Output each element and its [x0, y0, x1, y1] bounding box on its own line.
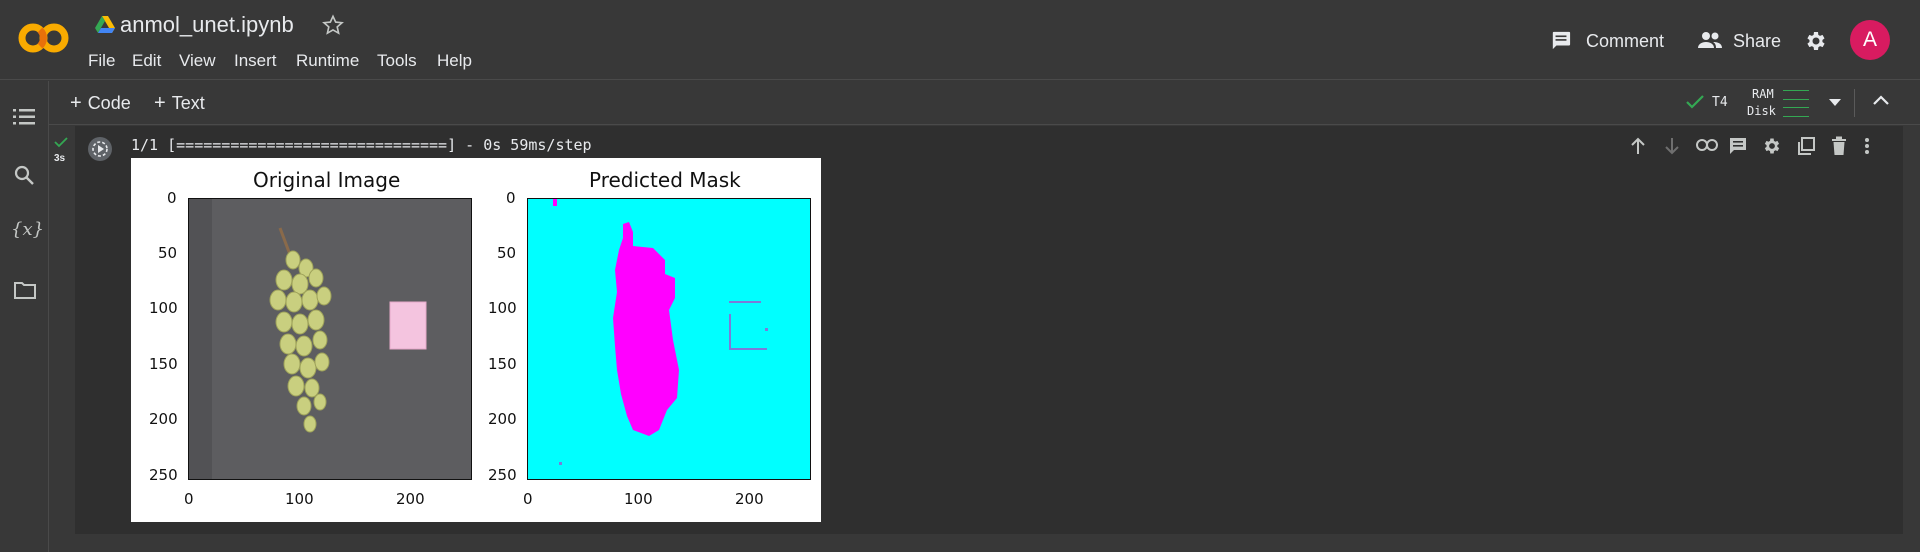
y-tick: 100: [488, 299, 517, 317]
google-drive-icon: [95, 16, 115, 34]
runtime-status[interactable]: T4 RAM Disk: [1686, 87, 1862, 119]
comment-icon: [1550, 30, 1572, 50]
share-label: Share: [1733, 31, 1782, 51]
y-tick: 100: [149, 299, 178, 317]
disk-label: Disk: [1747, 104, 1776, 118]
y-tick: 250: [149, 466, 178, 484]
original-axes-frame: [188, 198, 472, 480]
delete-cell-icon[interactable]: [1830, 136, 1848, 156]
comment-cell-icon[interactable]: [1728, 136, 1748, 156]
menu-help[interactable]: Help: [437, 51, 472, 71]
move-cell-down-icon[interactable]: [1662, 136, 1682, 156]
left-sidebar: {x}: [0, 81, 49, 552]
y-tick: 50: [158, 244, 178, 262]
x-tick: 200: [735, 490, 764, 508]
mask-axes-frame: [527, 198, 811, 480]
x-tick: 0: [184, 490, 194, 508]
execution-time: 3s: [54, 153, 66, 164]
chevron-up-icon[interactable]: [1873, 95, 1889, 105]
colab-logo[interactable]: [16, 18, 72, 58]
y-tick: 0: [167, 189, 177, 207]
y-tick: 50: [497, 244, 517, 262]
menu-insert[interactable]: Insert: [234, 51, 277, 71]
plot-output: Original Image 0 50 100 150 200 250 0 10…: [131, 158, 821, 522]
run-cell-button[interactable]: [87, 136, 113, 162]
menu-file[interactable]: File: [88, 51, 115, 71]
plus-icon: +: [154, 92, 166, 114]
cell-settings-gear-icon[interactable]: [1762, 136, 1782, 156]
subplot-title-mask: Predicted Mask: [589, 168, 741, 192]
comment-label: Comment: [1586, 31, 1665, 51]
runtime-type: T4: [1712, 95, 1728, 110]
add-text-button[interactable]: + Text: [154, 92, 205, 115]
mirror-cell-icon[interactable]: [1796, 136, 1816, 156]
avatar[interactable]: A: [1850, 20, 1890, 60]
x-tick: 100: [624, 490, 653, 508]
plus-icon: +: [70, 92, 82, 114]
table-of-contents-icon[interactable]: [13, 108, 35, 126]
add-code-label: Code: [87, 93, 131, 113]
subplot-title-original: Original Image: [253, 168, 401, 192]
y-tick: 200: [149, 410, 178, 428]
y-tick: 200: [488, 410, 517, 428]
menu-view[interactable]: View: [179, 51, 216, 71]
ram-usage-bar: [1783, 90, 1809, 100]
cell-toolbar: [1620, 131, 1890, 161]
x-tick: 0: [523, 490, 533, 508]
chevron-down-icon[interactable]: [1829, 99, 1841, 107]
ram-label: RAM: [1752, 87, 1774, 101]
app-header: anmol_unet.ipynb File Edit View Insert R…: [0, 0, 1920, 80]
variables-icon[interactable]: {x}: [11, 219, 44, 240]
menu-edit[interactable]: Edit: [132, 51, 161, 71]
notebook-toolbar: + Code + Text T4 RAM Disk: [49, 81, 1920, 125]
move-cell-up-icon[interactable]: [1628, 136, 1648, 156]
y-tick: 150: [149, 355, 178, 373]
files-folder-icon[interactable]: [14, 281, 36, 299]
execution-success-check-icon: [54, 137, 68, 148]
menu-runtime[interactable]: Runtime: [296, 51, 359, 71]
add-text-label: Text: [171, 93, 205, 113]
menu-tools[interactable]: Tools: [377, 51, 417, 71]
connected-check-icon: [1686, 95, 1704, 109]
notebook-title[interactable]: anmol_unet.ipynb: [120, 12, 294, 38]
y-tick: 0: [506, 189, 516, 207]
people-icon: [1697, 31, 1723, 49]
x-tick: 200: [396, 490, 425, 508]
settings-gear-icon[interactable]: [1804, 29, 1828, 53]
toolbar-divider: [1854, 89, 1855, 117]
add-code-button[interactable]: + Code: [70, 92, 131, 115]
x-tick: 100: [285, 490, 314, 508]
star-icon[interactable]: [322, 14, 344, 36]
disk-usage-bar: [1783, 107, 1809, 117]
search-icon[interactable]: [14, 165, 34, 185]
link-icon[interactable]: [1696, 138, 1718, 152]
more-options-icon[interactable]: [1864, 136, 1870, 156]
cell-output-text: 1/1 [==============================] - 0…: [131, 136, 592, 154]
y-tick: 150: [488, 355, 517, 373]
y-tick: 250: [488, 466, 517, 484]
